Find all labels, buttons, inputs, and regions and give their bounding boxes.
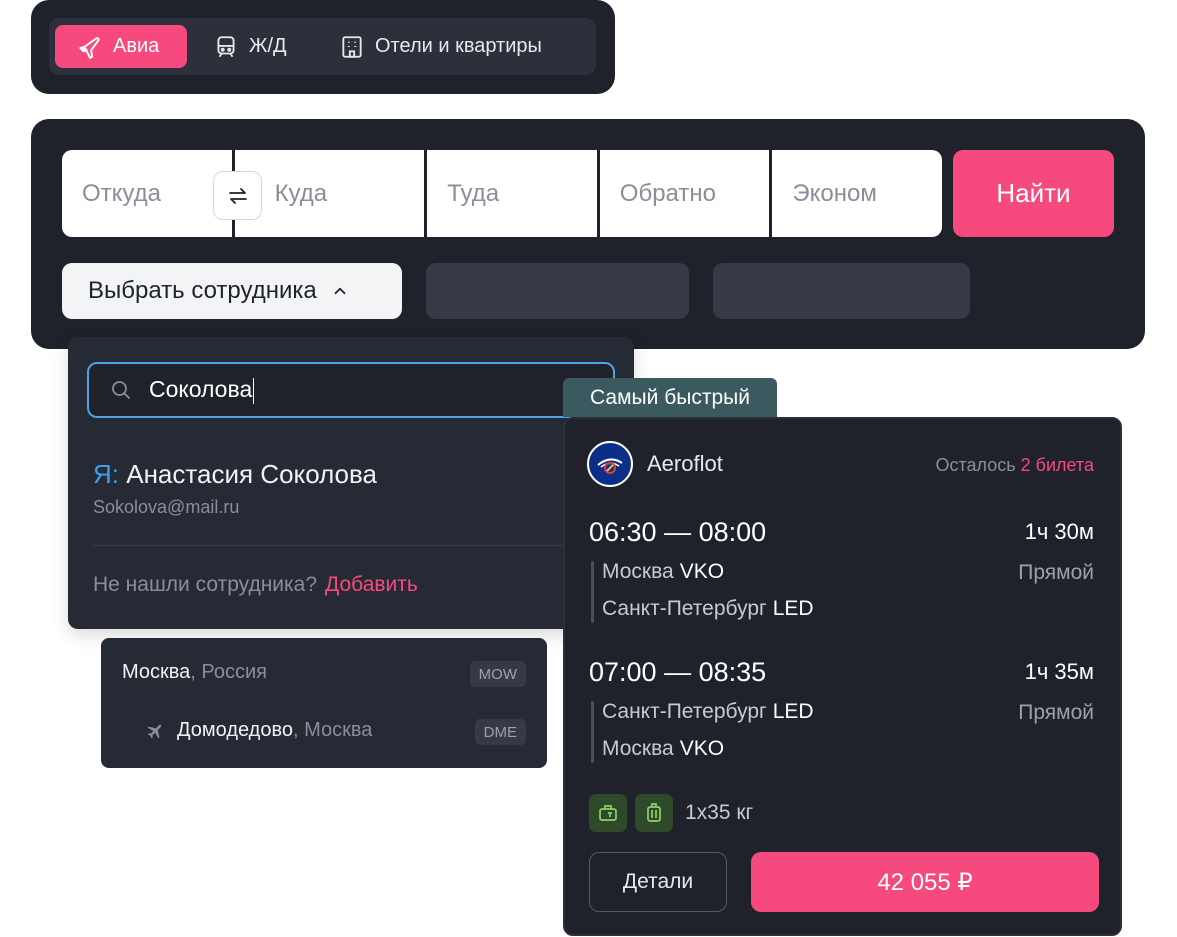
text-caret <box>253 377 255 404</box>
baggage-text: 1x35 кг <box>685 801 754 824</box>
segment-1-time: 06:30 — 08:00 <box>589 517 767 547</box>
segment-2-from-code: LED <box>772 700 814 723</box>
city-country: , Россия <box>190 661 267 683</box>
aeroflot-logo-icon <box>587 441 633 487</box>
not-found-text: Не нашли сотрудника? <box>93 573 318 596</box>
segment-2-line <box>591 701 594 763</box>
to-placeholder: Куда <box>274 179 328 207</box>
tab-hotels-label: Отели и квартиры <box>375 35 542 57</box>
airline-name: Aeroflot <box>647 451 723 476</box>
city-name: Москва <box>122 661 191 683</box>
employee-result[interactable]: Я: Анастасия Соколова <box>93 459 377 490</box>
segment-1-to: Санкт-Петербург LED <box>602 597 814 621</box>
select-employee-label: Выбрать сотрудника <box>88 277 317 304</box>
segment-2-duration: 1ч 35м <box>1024 659 1094 684</box>
employee-not-found: Не нашли сотрудника? Добавить <box>93 573 418 597</box>
depart-date-field[interactable]: Туда <box>427 150 597 237</box>
tab-train[interactable]: Ж/Д <box>195 25 305 68</box>
tab-hotels[interactable]: Отели и квартиры <box>321 25 560 68</box>
transport-tabs-panel: Авиа Ж/Д Отели и квартиры <box>31 0 615 94</box>
airline-info: Aeroflot <box>587 441 723 487</box>
fastest-badge: Самый быстрый <box>563 378 777 417</box>
add-employee-link[interactable]: Добавить <box>325 573 418 596</box>
segment-2-from: Санкт-Петербург LED <box>602 700 814 724</box>
tab-avia[interactable]: Авиа <box>55 25 187 68</box>
find-button[interactable]: Найти <box>953 150 1114 237</box>
segment-1-duration: 1ч 30м <box>1024 519 1094 544</box>
hand-luggage-icon <box>589 794 627 832</box>
search-panel: Откуда Куда Туда Обратно Эконом Найти Вы… <box>31 119 1145 349</box>
baggage-info: 1x35 кг <box>589 794 753 832</box>
tickets-left: Осталось 2 билета <box>935 455 1094 476</box>
flight-card: Aeroflot Осталось 2 билета 06:30 — 08:00… <box>563 417 1122 936</box>
segment-2-from-city: Санкт-Петербург <box>602 700 767 723</box>
segment-2-to: Москва VKO <box>602 737 724 761</box>
train-icon <box>217 35 235 57</box>
segment-2-to-code: VKO <box>679 737 725 760</box>
class-field[interactable]: Эконом <box>772 150 942 237</box>
placeholder-block-2 <box>713 263 970 319</box>
swap-arrows-icon <box>228 187 247 204</box>
divider <box>93 545 613 546</box>
segment-2-type: Прямой <box>1018 701 1094 724</box>
details-button[interactable]: Детали <box>589 852 727 912</box>
employee-search-text: Соколова <box>149 376 255 404</box>
segment-1-to-code: LED <box>772 597 814 620</box>
employee-dropdown: Соколова Я: Анастасия Соколова Sokolova@… <box>68 337 634 629</box>
city-code-badge: MOW <box>469 661 526 687</box>
segment-1-from: Москва VKO <box>602 560 724 584</box>
plane-icon <box>147 724 162 738</box>
tickets-left-value: 2 билета <box>1020 455 1094 475</box>
buy-price-button[interactable]: 42 055 ₽ <box>751 852 1099 912</box>
segment-1-from-code: VKO <box>679 560 725 583</box>
airport-option[interactable]: Домодедово, Москва <box>145 719 372 742</box>
plane-icon <box>79 36 100 59</box>
chevron-up-icon <box>334 287 346 295</box>
segment-1-to-city: Санкт-Петербург <box>602 597 767 620</box>
city-option[interactable]: Москва, Россия <box>122 661 526 684</box>
return-date-field[interactable]: Обратно <box>599 150 770 237</box>
select-employee-button[interactable]: Выбрать сотрудника <box>62 263 402 319</box>
employee-search-value: Соколова <box>149 376 253 403</box>
segment-2-time: 07:00 — 08:35 <box>589 657 767 687</box>
employee-result-name: Анастасия Соколова <box>126 459 377 489</box>
airport-code-badge: DME <box>474 719 526 745</box>
city-dropdown: Москва, Россия MOW Домодедово, Москва DM… <box>101 638 547 768</box>
segment-1-line <box>591 561 594 623</box>
tab-avia-label: Авиа <box>113 35 160 57</box>
employee-search-input[interactable]: Соколова <box>87 362 615 418</box>
from-field[interactable]: Откуда <box>62 150 232 237</box>
return-placeholder: Обратно <box>619 179 716 207</box>
segment-2-to-city: Москва <box>602 737 674 760</box>
to-field[interactable]: Куда <box>234 150 425 237</box>
class-value: Эконом <box>792 179 877 207</box>
segment-1-type: Прямой <box>1018 561 1094 584</box>
search-icon <box>112 381 130 399</box>
suitcase-icon <box>635 794 673 832</box>
employee-result-prefix: Я: <box>93 459 119 489</box>
transport-tabs: Авиа Ж/Д Отели и квартиры <box>49 18 596 75</box>
airport-name: Домодедово <box>177 719 293 741</box>
segment-1-from-city: Москва <box>602 560 674 583</box>
placeholder-block-1 <box>426 263 689 319</box>
tab-train-label: Ж/Д <box>249 35 287 57</box>
swap-button[interactable] <box>213 171 262 220</box>
from-placeholder: Откуда <box>82 179 161 207</box>
employee-result-email: Sokolova@mail.ru <box>93 497 240 517</box>
depart-placeholder: Туда <box>447 179 500 207</box>
airport-city: , Москва <box>293 719 373 741</box>
building-icon <box>342 35 362 58</box>
search-fields: Откуда Куда Туда Обратно Эконом <box>62 150 942 237</box>
tickets-left-label: Осталось <box>935 455 1016 475</box>
